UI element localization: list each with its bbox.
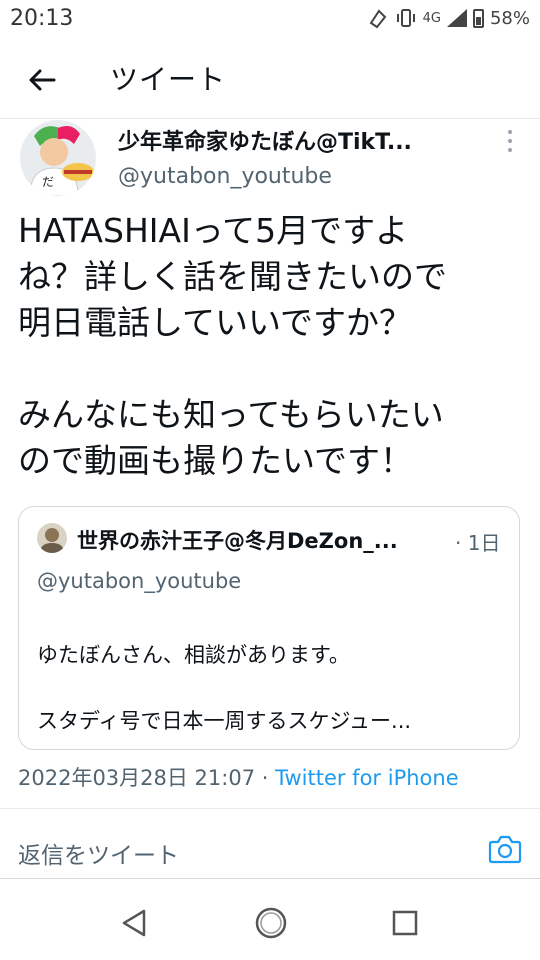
tweet-meta: 2022年03月28日 21:07 · Twitter for iPhone — [18, 762, 459, 792]
signal-icon — [446, 9, 467, 27]
quote-text-line: スタディ号で日本一周するスケジュー... — [37, 709, 412, 733]
system-nav-bar — [0, 880, 540, 960]
meta-separator: · — [255, 766, 276, 790]
quote-avatar — [37, 523, 67, 553]
quote-tweet-card[interactable]: 世界の赤汁王子@冬月DeZon_... · 1日 @yutabon_youtub… — [18, 506, 520, 750]
arrow-left-icon[interactable] — [24, 62, 60, 98]
quote-time: · 1日 — [455, 531, 501, 555]
tweet-text: HATASHIAIって5月ですよ ね？詳しく話を聞きたいので 明日電話していいで… — [18, 211, 447, 480]
avatar-image: だ — [20, 120, 96, 196]
page-title: ツイート — [110, 63, 227, 96]
quote-text-line: ゆたぼんさん、相談があります。 — [37, 643, 350, 667]
tweet-source-link[interactable]: Twitter for iPhone — [275, 766, 459, 790]
nav-back-icon[interactable] — [120, 908, 148, 938]
reply-input[interactable]: 返信をツイート — [18, 836, 179, 870]
divider — [0, 808, 540, 809]
status-time: 20:13 — [10, 6, 74, 31]
status-icons: 4G 58% — [367, 7, 530, 29]
avatar[interactable]: だ — [20, 120, 96, 196]
battery-level: 58% — [489, 7, 530, 29]
quote-author-name: 世界の赤汁王子@冬月DeZon_... — [77, 529, 398, 553]
author-handle[interactable]: @yutabon_youtube — [118, 164, 332, 189]
battery-icon — [472, 8, 484, 28]
nav-home-icon[interactable] — [254, 906, 288, 940]
network-type: 4G — [422, 10, 441, 26]
header: ツイート — [0, 38, 540, 119]
camera-icon[interactable] — [488, 834, 522, 864]
more-options-icon[interactable] — [506, 130, 514, 156]
status-bar: 20:13 4G 58% — [0, 0, 540, 38]
divider — [0, 878, 540, 879]
svg-text:だ: だ — [42, 175, 54, 189]
tweet-timestamp: 2022年03月28日 21:07 — [18, 766, 256, 790]
nfc-icon — [369, 9, 386, 29]
vibrate-icon — [396, 9, 415, 27]
author-name[interactable]: 少年革命家ゆたぼん@TikT... — [118, 124, 448, 156]
nav-recent-apps-icon[interactable] — [392, 910, 418, 936]
quote-handle: @yutabon_youtube — [37, 569, 242, 593]
